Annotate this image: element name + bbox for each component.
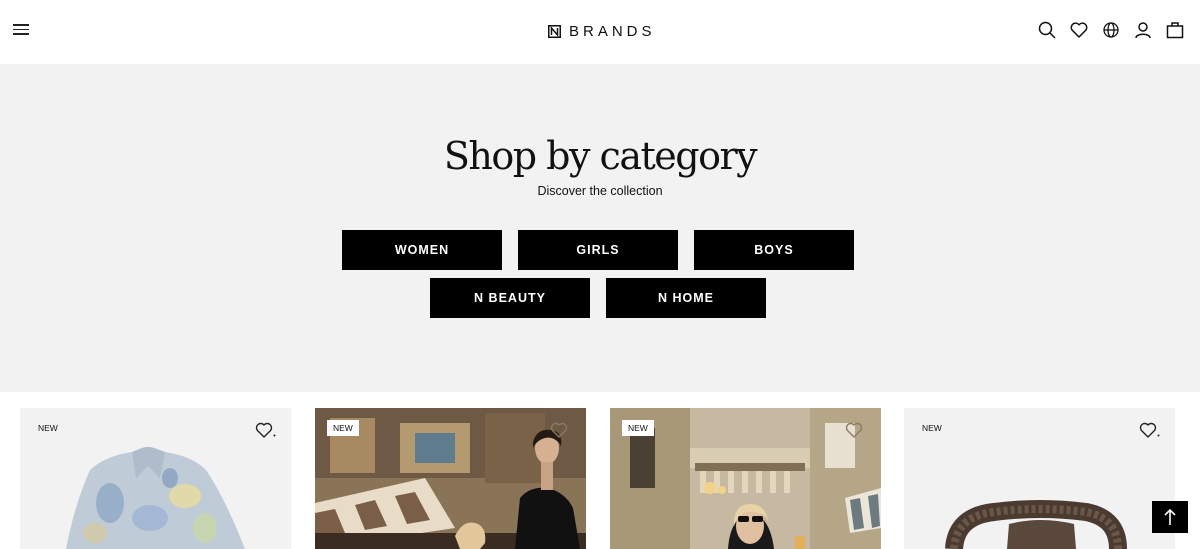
- bag-icon[interactable]: [1166, 18, 1184, 42]
- logo-mark-icon: [548, 24, 561, 38]
- search-icon[interactable]: [1038, 18, 1056, 42]
- site-header: BRANDS: [0, 0, 1200, 64]
- heart-icon[interactable]: [255, 420, 277, 440]
- logo-text: BRANDS: [569, 22, 656, 40]
- user-icon[interactable]: [1134, 18, 1152, 42]
- new-badge: NEW: [922, 423, 942, 433]
- section-subtitle: Discover the collection: [537, 184, 663, 198]
- product-card[interactable]: NEW: [904, 408, 1175, 549]
- heart-icon[interactable]: [550, 420, 572, 440]
- category-button-girls[interactable]: GIRLS: [518, 230, 678, 270]
- heart-icon[interactable]: [845, 420, 867, 440]
- arrow-up-icon: [1164, 508, 1176, 525]
- product-card[interactable]: NEW: [315, 408, 586, 549]
- new-badge: NEW: [327, 420, 359, 436]
- heart-icon[interactable]: [1070, 18, 1088, 42]
- section-title: Shop by category: [443, 134, 758, 178]
- heart-icon[interactable]: [1139, 420, 1161, 440]
- globe-icon[interactable]: [1102, 18, 1120, 42]
- new-badge: NEW: [38, 423, 58, 433]
- category-button-women[interactable]: WOMEN: [342, 230, 502, 270]
- menu-icon[interactable]: [12, 21, 30, 39]
- header-actions: [1038, 18, 1184, 42]
- category-button-boys[interactable]: BOYS: [694, 230, 854, 270]
- product-card[interactable]: NEW: [610, 408, 881, 549]
- category-button-beauty[interactable]: N BEAUTY: [430, 278, 590, 318]
- scroll-to-top-button[interactable]: [1152, 501, 1188, 533]
- category-section: Shop by category Discover the collection…: [0, 64, 1200, 392]
- new-badge: NEW: [622, 420, 654, 436]
- category-button-home[interactable]: N HOME: [606, 278, 766, 318]
- logo[interactable]: BRANDS: [548, 21, 656, 41]
- product-card[interactable]: NEW: [20, 408, 291, 549]
